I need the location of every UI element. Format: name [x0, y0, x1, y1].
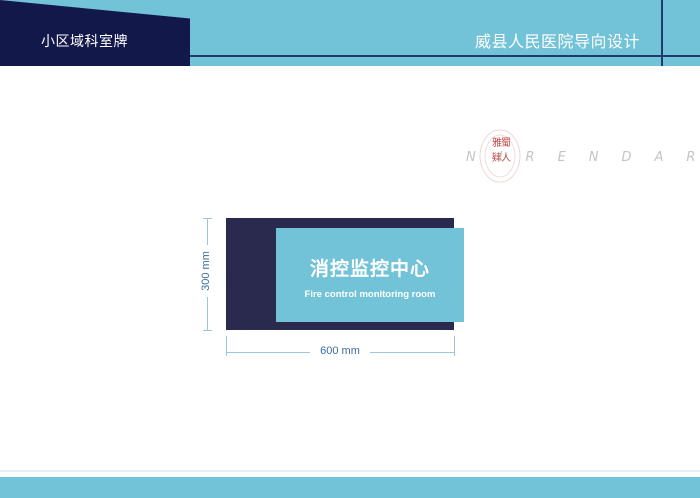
- page-title: 小区域科室牌: [41, 34, 128, 50]
- height-dimension-label: 300 mm: [200, 245, 212, 297]
- footer-bar: [0, 477, 700, 498]
- footer-line: [0, 470, 700, 472]
- height-dimension-tick-top: [203, 218, 212, 219]
- width-dimension-label: 600 mm: [310, 345, 370, 357]
- sign-english-text: Fire control monitoring room: [304, 289, 436, 300]
- project-title: 威县人民医院导向设计: [474, 32, 640, 51]
- width-dimension-tick-left: [226, 336, 227, 356]
- header-divider: [661, 0, 663, 66]
- svg-text:蜀: 蜀: [501, 137, 511, 149]
- watermark-text: NIRENDAR: [466, 150, 700, 165]
- width-dimension-tick-right: [454, 336, 455, 356]
- height-dimension-tick-bottom: [203, 330, 212, 331]
- sign-chinese-text: 消控监控中心: [309, 258, 430, 280]
- sign-panel: 消控监控中心 Fire control monitoring room: [276, 228, 464, 322]
